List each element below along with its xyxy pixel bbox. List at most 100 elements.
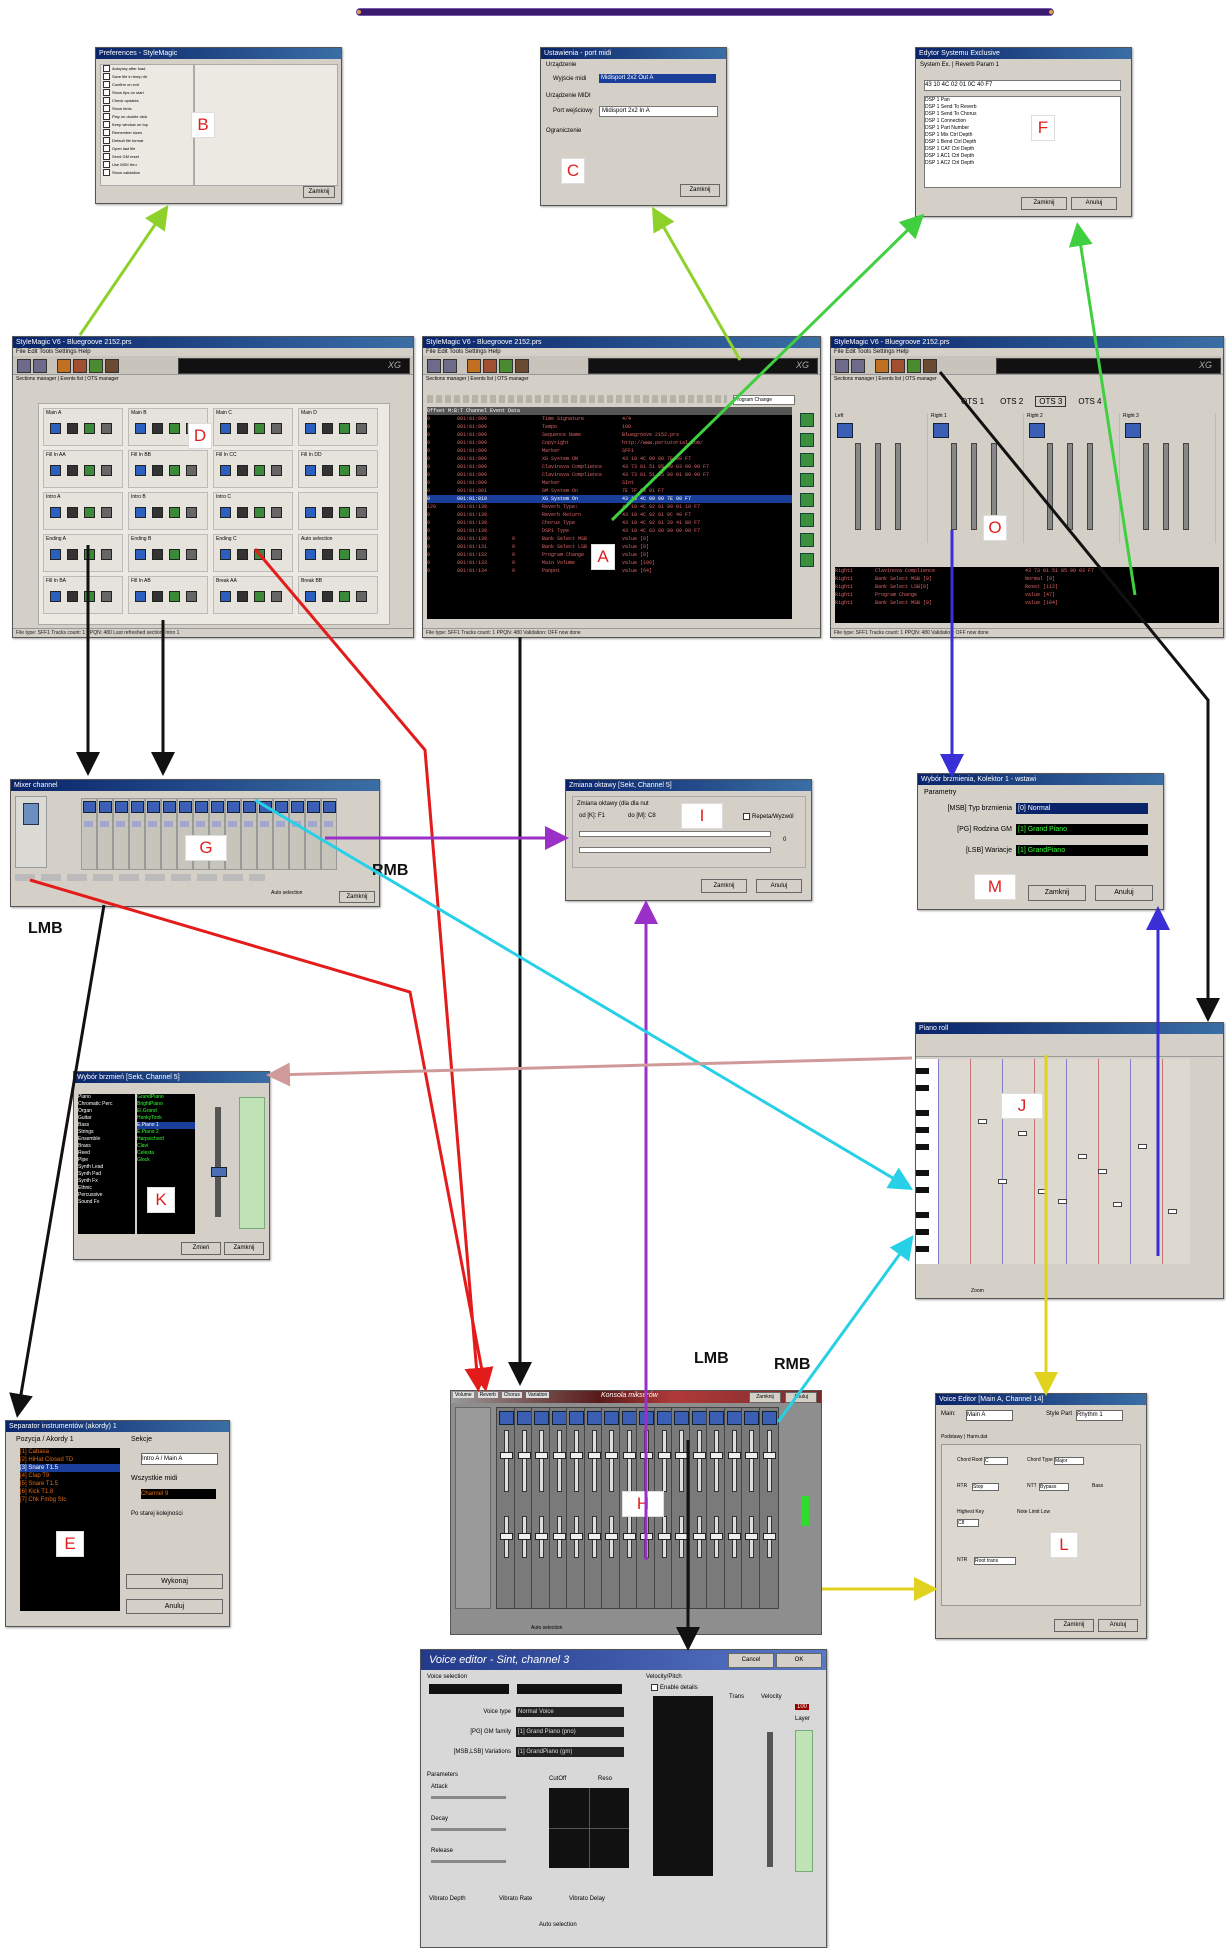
mixer-channel-strip[interactable] xyxy=(129,798,145,870)
event-row[interactable]: 0 001:01:130 Reverb Return 43 10 4C 02 01 0… xyxy=(427,511,792,519)
voice-family-item[interactable]: Pipe xyxy=(78,1157,135,1164)
section-tool-icon[interactable] xyxy=(305,549,316,560)
dialog-h-tabs[interactable]: Volume Reverb Chorus Variation xyxy=(453,1392,553,1398)
instrument-item[interactable]: [6] Kick T1.8 xyxy=(20,1488,120,1496)
dialog-c-close-button[interactable]: Zamknij xyxy=(680,184,720,197)
volume-slider[interactable] xyxy=(201,1097,236,1227)
pref-item[interactable]: Play on double click xyxy=(103,113,193,121)
section-tool-icon[interactable] xyxy=(220,423,231,434)
channel-voice-icon[interactable] xyxy=(115,801,128,813)
piano-roll-grid[interactable] xyxy=(938,1059,1190,1264)
section-tool-icon[interactable] xyxy=(339,549,350,560)
pref-item[interactable]: Show validation xyxy=(103,169,193,177)
dialog-f-tabs[interactable]: System Ex. | Reverb Param 1 xyxy=(920,62,999,68)
section-tool-icon[interactable] xyxy=(186,465,197,476)
channel-voice-icon[interactable] xyxy=(621,1411,637,1425)
section-tool-icon[interactable] xyxy=(237,507,248,518)
main-select[interactable]: Main A xyxy=(966,1410,1013,1421)
channel-fader[interactable] xyxy=(591,1430,597,1492)
mixer-channel-strip[interactable] xyxy=(289,798,305,870)
section-tool-icon[interactable] xyxy=(152,465,163,476)
section-tool-icon[interactable] xyxy=(271,507,282,518)
channel-pan-knob[interactable] xyxy=(745,1533,758,1540)
event-filter-select[interactable]: Program Change xyxy=(733,395,795,405)
decay-slider[interactable] xyxy=(431,1828,506,1831)
channel-voice-icon[interactable] xyxy=(674,1411,689,1425)
dialog-i-cancel-button[interactable]: Anuluj xyxy=(756,879,802,893)
section-tool-icon[interactable] xyxy=(339,465,350,476)
mixer-tab[interactable]: Chorus xyxy=(501,1392,522,1398)
pref-item[interactable]: Default file format xyxy=(103,137,193,145)
section-cell[interactable]: Fill In CC xyxy=(213,450,293,488)
section-tool-icon[interactable] xyxy=(254,549,265,560)
event-row[interactable]: 0 001:01:010 XG System On 43 10 4C 00 00 7E… xyxy=(427,495,792,503)
instrument-item[interactable]: [1] Cabasa xyxy=(20,1448,120,1456)
section-cell[interactable]: Break AA xyxy=(213,576,293,614)
channel-pan-knob[interactable] xyxy=(587,1533,601,1540)
voice-family-item[interactable]: Brass xyxy=(78,1143,135,1150)
ots-fader[interactable] xyxy=(875,443,881,530)
section-tool-icon[interactable] xyxy=(186,507,197,518)
section-tool-icon[interactable] xyxy=(322,507,333,518)
section-tool-icon[interactable] xyxy=(135,591,146,602)
event-row[interactable]: 120 001:01:130 Reverb Type: 43 10 4C 02 01 … xyxy=(427,503,792,511)
event-row[interactable]: 0 001:01:000 Sequence Name Bluegroove 2152.… xyxy=(427,431,792,439)
sysex-list-item[interactable]: DSP 1 CAT Ctrl Depth xyxy=(925,146,1120,153)
section-select[interactable]: Intro A / Main A xyxy=(141,1453,218,1465)
voice-family-list[interactable]: Piano Chromatic Perc Organ Guitar Bass String… xyxy=(78,1094,135,1234)
channel-fader[interactable] xyxy=(504,1430,509,1492)
section-tool-icon[interactable] xyxy=(152,507,163,518)
channel-fader-knob[interactable] xyxy=(710,1452,723,1459)
event-row[interactable]: 0 001:01:130 Chorus Type 43 10 4C 02 01 20 … xyxy=(427,519,792,527)
mixer-channel-strip[interactable] xyxy=(161,798,177,870)
msb-select[interactable]: [1] GrandPiano (gm) xyxy=(516,1747,624,1757)
l-r4-value[interactable]: Bypass xyxy=(1039,1483,1069,1491)
event-row[interactable]: 0 001:01:130 9 Bank Select MSB value [0] xyxy=(427,535,792,543)
mixer-channel[interactable] xyxy=(758,1407,779,1609)
dialog-g-close-button[interactable]: Zamknij xyxy=(339,891,375,903)
channel-voice-icon[interactable] xyxy=(243,801,256,813)
dialog-l-close-button[interactable]: Zamknij xyxy=(1054,1619,1094,1632)
channel-fader[interactable] xyxy=(539,1430,544,1492)
section-tool-icon[interactable] xyxy=(67,549,78,560)
section-tool-icon[interactable] xyxy=(67,423,78,434)
channel-pan-knob[interactable] xyxy=(132,821,141,827)
ots-event-row[interactable]: Right1 Bank Select MSB [0] Normal [0] xyxy=(835,575,1219,583)
roll-note[interactable] xyxy=(1078,1154,1087,1159)
ots-fader[interactable] xyxy=(855,443,861,530)
l-r3-value[interactable]: Stop xyxy=(972,1483,999,1491)
black-key[interactable] xyxy=(916,1169,929,1176)
voice-details-list[interactable] xyxy=(653,1696,713,1876)
ots-tab[interactable]: OTS 1 xyxy=(957,396,988,407)
channel-pan-knob[interactable] xyxy=(500,1533,513,1540)
channel-pan-knob[interactable] xyxy=(148,821,157,827)
pref-item[interactable]: Send GM reset xyxy=(103,153,193,161)
tool-icon[interactable] xyxy=(907,359,921,373)
voice-item[interactable]: El.Grand xyxy=(137,1108,195,1115)
event-row[interactable]: 0 001:01:000 Marker SInt xyxy=(427,479,792,487)
channel-voice-icon[interactable] xyxy=(307,801,320,813)
ots-part-icon[interactable] xyxy=(1125,423,1141,438)
instrument-item[interactable]: [3] Snare T1.5 xyxy=(20,1464,120,1472)
section-tool-icon[interactable] xyxy=(237,423,248,434)
channel-pan-knob[interactable] xyxy=(276,821,285,827)
tab-basics[interactable]: Podstawy xyxy=(941,1434,963,1440)
channel-voice-icon[interactable] xyxy=(99,801,112,813)
channel-pan-knob[interactable] xyxy=(640,1533,653,1540)
section-cell[interactable]: Ending B xyxy=(128,534,208,572)
channel-voice-icon[interactable] xyxy=(604,1411,619,1425)
channel-fader[interactable] xyxy=(574,1430,579,1492)
channel-voice-icon[interactable] xyxy=(551,1411,567,1425)
ots-part-icon[interactable] xyxy=(837,423,853,438)
section-tool-icon[interactable] xyxy=(135,465,146,476)
section-cell[interactable] xyxy=(298,492,378,530)
instrument-item[interactable]: [5] Snare T1.5 xyxy=(20,1480,120,1488)
channel-voice-icon[interactable] xyxy=(726,1411,742,1425)
channel-voice-icon[interactable] xyxy=(516,1411,532,1425)
section-tool-icon[interactable] xyxy=(339,507,350,518)
section-tool-icon[interactable] xyxy=(169,549,180,560)
channel-fader-knob[interactable] xyxy=(692,1452,706,1459)
tool-icon[interactable] xyxy=(105,359,119,373)
black-key[interactable] xyxy=(916,1229,929,1235)
voice-family-item[interactable]: Synth Pad xyxy=(78,1171,135,1178)
